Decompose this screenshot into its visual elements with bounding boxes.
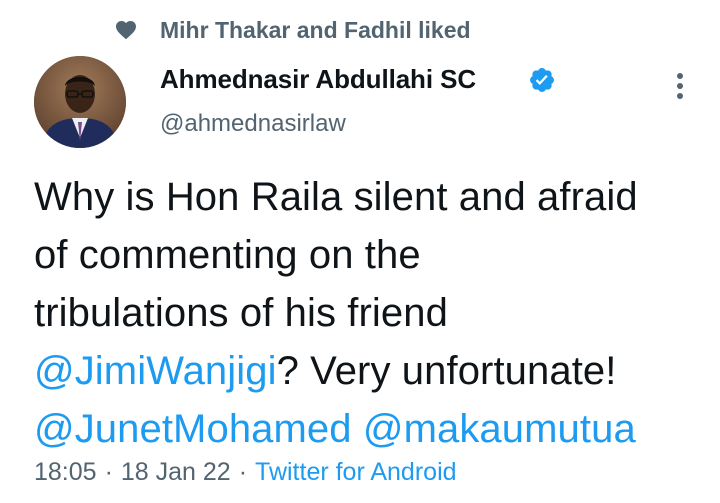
tweet-line-2: of commenting on the <box>34 233 421 277</box>
heart-icon <box>116 21 136 40</box>
tweet-time[interactable]: 18:05 <box>34 458 97 486</box>
separator: · <box>238 458 248 486</box>
social-context-text[interactable]: Mihr Thakar and Fadhil liked <box>160 17 471 44</box>
tweet-metadata: 18:05 · 18 Jan 22 · Twitter for Android <box>34 458 457 487</box>
avatar[interactable] <box>34 56 126 148</box>
tweet-date[interactable]: 18 Jan 22 <box>121 458 231 486</box>
tweet-source-link[interactable]: Twitter for Android <box>255 458 456 486</box>
tweet-text: Why is Hon Raila silent and afraid of co… <box>34 168 710 458</box>
avatar-image <box>34 56 126 148</box>
author-handle[interactable]: @ahmednasirlaw <box>160 110 346 138</box>
tweet-line-4: @JimiWanjigi? Very unfortunate! <box>34 342 710 400</box>
more-vertical-icon <box>677 73 683 99</box>
tweet-line-5: @JunetMohamed @makaumutua <box>34 400 710 458</box>
verified-badge-icon <box>530 68 554 92</box>
separator: · <box>104 458 113 486</box>
more-options-button[interactable] <box>660 66 700 106</box>
tweet-line-1: Why is Hon Raila silent and afraid <box>34 175 638 219</box>
tweet-line-3: tribulations of his friend <box>34 291 448 335</box>
mention-link-makaumutua[interactable]: @makaumutua <box>363 407 636 451</box>
mention-link-junetmohamed[interactable]: @JunetMohamed <box>34 407 352 451</box>
author-name[interactable]: Ahmednasir Abdullahi SC <box>160 64 476 95</box>
tweet-line-4-text: ? Very unfortunate! <box>276 349 617 393</box>
mention-link-jimiwanjigi[interactable]: @JimiWanjigi <box>34 349 277 393</box>
